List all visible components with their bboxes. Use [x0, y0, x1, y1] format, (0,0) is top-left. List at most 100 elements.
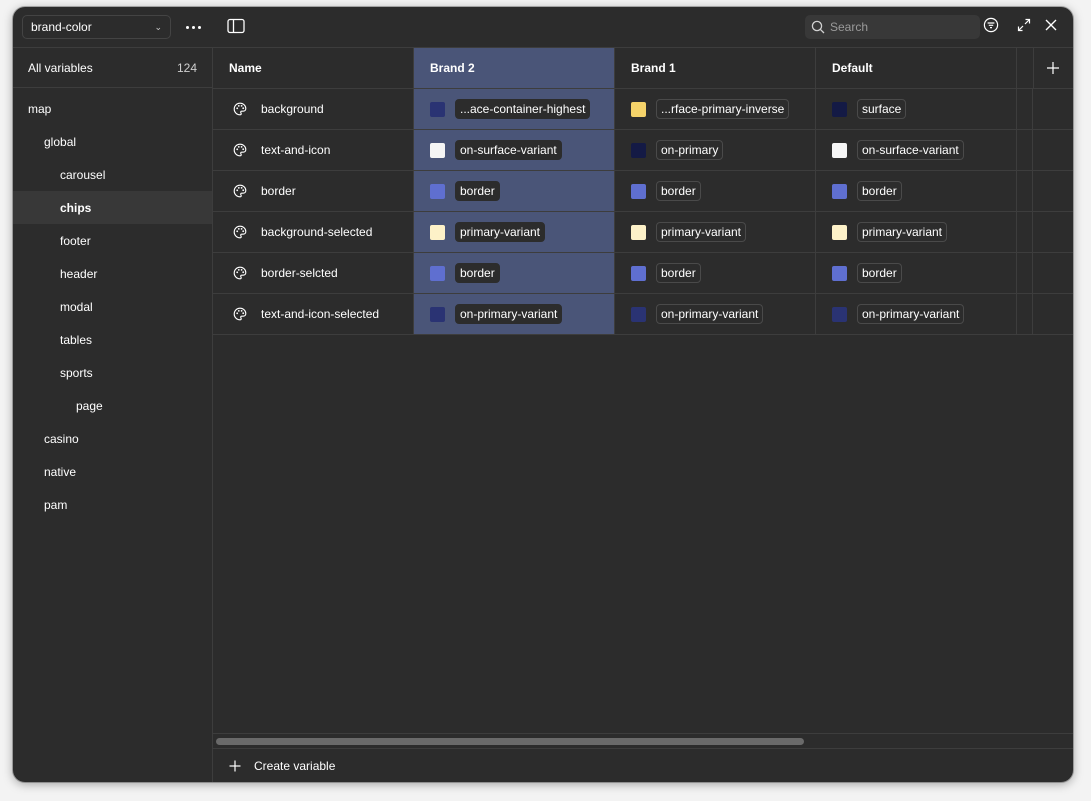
- color-swatch: [631, 306, 646, 322]
- sidebar-toggle-icon: [227, 18, 245, 34]
- alias-token[interactable]: border: [455, 181, 500, 201]
- sidebar-group-item[interactable]: pam: [13, 488, 212, 521]
- create-variable-label: Create variable: [254, 759, 336, 773]
- expand-button[interactable]: [1016, 17, 1036, 37]
- sidebar-group-item[interactable]: sports: [13, 356, 212, 389]
- alias-token[interactable]: border: [656, 181, 701, 201]
- search-input[interactable]: [830, 20, 960, 34]
- alias-token[interactable]: on-primary-variant: [656, 304, 764, 324]
- add-mode-button[interactable]: [1033, 48, 1073, 88]
- more-options-button[interactable]: [181, 15, 205, 39]
- sidebar-group-item[interactable]: chips: [13, 191, 212, 224]
- alias-token[interactable]: surface: [857, 99, 907, 119]
- variable-value-cell[interactable]: primary-variant: [615, 212, 816, 252]
- close-button[interactable]: [1043, 17, 1063, 37]
- variable-value-cell[interactable]: border: [615, 253, 816, 293]
- column-header-default[interactable]: Default: [816, 48, 1017, 88]
- sidebar-group-item[interactable]: page: [13, 389, 212, 422]
- column-header-brand-2[interactable]: Brand 2: [414, 48, 615, 88]
- variable-name: text-and-icon-selected: [261, 307, 380, 321]
- alias-token[interactable]: border: [857, 181, 902, 201]
- collection-dropdown[interactable]: brand-color ⌄: [22, 15, 171, 39]
- sidebar-group-label: native: [44, 464, 77, 479]
- scrollbar-thumb[interactable]: [216, 738, 804, 745]
- variable-value-cell[interactable]: on-surface-variant: [816, 130, 1017, 170]
- variable-name-cell[interactable]: background-selected: [213, 212, 414, 252]
- expand-icon: [1017, 18, 1031, 32]
- variable-value-cell[interactable]: on-primary: [615, 130, 816, 170]
- plus-icon: [229, 760, 241, 772]
- alias-token[interactable]: primary-variant: [857, 222, 948, 242]
- table-row[interactable]: border-selcted border border border: [213, 253, 1073, 294]
- sidebar-group-item[interactable]: tables: [13, 323, 212, 356]
- variable-name-cell[interactable]: text-and-icon: [213, 130, 414, 170]
- alias-token[interactable]: ...ace-container-highest: [455, 99, 591, 119]
- sidebar-group-item[interactable]: native: [13, 455, 212, 488]
- variable-value-cell[interactable]: ...rface-primary-inverse: [615, 89, 816, 129]
- alias-token[interactable]: on-surface-variant: [455, 140, 562, 160]
- color-swatch: [631, 101, 646, 117]
- variable-value-cell[interactable]: on-primary-variant: [816, 294, 1017, 334]
- alias-token[interactable]: border: [455, 263, 500, 283]
- variable-value-cell[interactable]: primary-variant: [816, 212, 1017, 252]
- variables-table: Name Brand 2 Brand 1 Default background.…: [213, 47, 1073, 782]
- chevron-down-icon: ⌄: [154, 21, 162, 32]
- variable-value-cell[interactable]: on-surface-variant: [414, 130, 615, 170]
- sidebar-toggle-button[interactable]: [227, 18, 247, 36]
- alias-token[interactable]: on-primary: [656, 140, 724, 160]
- sidebar-group-item[interactable]: map: [13, 92, 212, 125]
- column-header-name[interactable]: Name: [213, 48, 414, 88]
- variable-value-cell[interactable]: border: [816, 171, 1017, 211]
- spacer-cell: [1017, 294, 1033, 334]
- filter-button[interactable]: [983, 17, 1003, 37]
- sidebar-group-item[interactable]: footer: [13, 224, 212, 257]
- palette-icon: [233, 225, 247, 239]
- sidebar-group-item[interactable]: casino: [13, 422, 212, 455]
- variable-value-cell[interactable]: border: [414, 253, 615, 293]
- sidebar-group-item[interactable]: global: [13, 125, 212, 158]
- horizontal-scrollbar[interactable]: [213, 733, 1073, 747]
- variable-value-cell[interactable]: on-primary-variant: [414, 294, 615, 334]
- variable-value-cell[interactable]: border: [816, 253, 1017, 293]
- alias-token[interactable]: on-surface-variant: [857, 140, 964, 160]
- variable-name-cell[interactable]: border: [213, 171, 414, 211]
- variable-value-cell[interactable]: border: [414, 171, 615, 211]
- variable-name-cell[interactable]: background: [213, 89, 414, 129]
- table-row[interactable]: text-and-icon on-surface-variant on-primar…: [213, 130, 1073, 171]
- variable-value-cell[interactable]: surface: [816, 89, 1017, 129]
- column-header-brand-1[interactable]: Brand 1: [615, 48, 816, 88]
- search-box[interactable]: [805, 15, 980, 39]
- alias-token[interactable]: on-primary-variant: [857, 304, 965, 324]
- alias-token[interactable]: primary-variant: [455, 222, 546, 242]
- variable-value-cell[interactable]: border: [615, 171, 816, 211]
- variable-value-cell[interactable]: on-primary-variant: [615, 294, 816, 334]
- color-swatch: [631, 142, 646, 158]
- table-row[interactable]: text-and-icon-selected on-primary-variant…: [213, 294, 1073, 335]
- variable-name-cell[interactable]: text-and-icon-selected: [213, 294, 414, 334]
- alias-token[interactable]: on-primary-variant: [455, 304, 563, 324]
- alias-token[interactable]: primary-variant: [656, 222, 747, 242]
- sidebar-group-item[interactable]: carousel: [13, 158, 212, 191]
- all-variables-item[interactable]: All variables 124: [13, 48, 212, 88]
- sidebar-group-item[interactable]: header: [13, 257, 212, 290]
- table-row[interactable]: border border border border: [213, 171, 1073, 212]
- alias-token[interactable]: ...rface-primary-inverse: [656, 99, 790, 119]
- create-variable-button[interactable]: Create variable: [213, 748, 1073, 782]
- table-row[interactable]: background ...ace-container-highest ...rfa…: [213, 89, 1073, 130]
- empty-cell: [1033, 212, 1073, 252]
- variable-name: background: [261, 102, 324, 116]
- sidebar-group-label: tables: [60, 332, 93, 347]
- variable-value-cell[interactable]: primary-variant: [414, 212, 615, 252]
- sidebar-group-item[interactable]: modal: [13, 290, 212, 323]
- alias-token[interactable]: border: [656, 263, 701, 283]
- sidebar-group-label: page: [76, 398, 103, 413]
- color-swatch: [832, 142, 847, 158]
- group-list: map global carousel chips footer header modal t…: [13, 88, 212, 521]
- variable-value-cell[interactable]: ...ace-container-highest: [414, 89, 615, 129]
- variable-name-cell[interactable]: border-selcted: [213, 253, 414, 293]
- table-row[interactable]: background-selected primary-variant primar…: [213, 212, 1073, 253]
- alias-token[interactable]: border: [857, 263, 902, 283]
- sidebar-group-label: casino: [44, 431, 79, 446]
- variables-window: brand-color ⌄ Search All variables 124 m…: [13, 7, 1073, 782]
- palette-icon: [233, 307, 247, 321]
